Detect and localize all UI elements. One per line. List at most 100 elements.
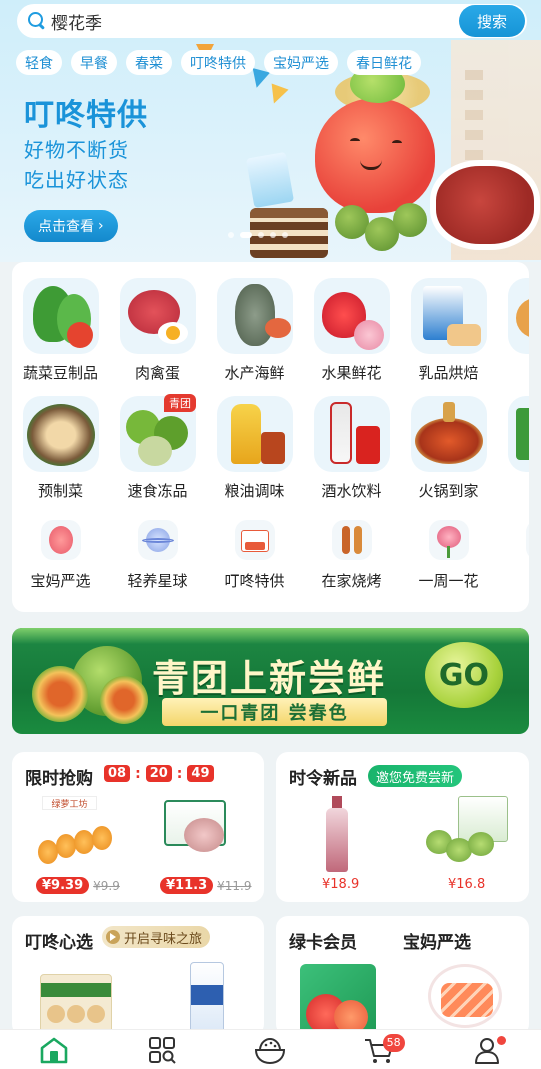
category-fruit-flowers[interactable]: 水果鲜花	[303, 278, 400, 383]
brand-label: 绿萝工坊	[42, 796, 97, 810]
category-label: 肉禽蛋	[134, 364, 180, 382]
category-label: 水果鲜花	[321, 364, 382, 382]
category-seafood[interactable]: 水产海鲜	[206, 278, 303, 383]
mascot-eye	[350, 138, 360, 144]
category-label: 粮油调味	[224, 482, 285, 500]
new-arrivals-card[interactable]: 时令新品 邀您免费尝新 ¥18.9 ¥16.8	[276, 752, 529, 902]
green-card-title[interactable]: 绿卡会员	[289, 928, 357, 953]
product-image[interactable]	[164, 800, 236, 860]
dingdong-pick-title: 叮咚心选	[25, 933, 93, 953]
category-grain-oil[interactable]: 粮油调味	[206, 396, 303, 501]
category-label: 预制菜	[37, 482, 83, 500]
seafood-image	[216, 278, 293, 354]
countdown-hours: 08	[104, 765, 131, 782]
quick-tag[interactable]: 宝妈严选	[264, 50, 338, 75]
sale-price: ¥9.39	[36, 877, 90, 894]
countdown-minutes: 20	[145, 765, 172, 782]
quick-tag[interactable]: 春日鲜花	[347, 50, 421, 75]
qingtuan-illustration	[335, 195, 427, 255]
search-button[interactable]: 搜索	[459, 5, 525, 37]
product-price: ¥9.39 ¥9.9	[36, 877, 120, 894]
flag-decoration	[265, 83, 289, 107]
hero-view-label: 点击查看	[38, 219, 94, 235]
category-dairy-bakery[interactable]: 乳品烘焙	[400, 278, 497, 383]
category-weekly-flower[interactable]: 一周一花	[400, 520, 497, 591]
carousel-dot[interactable]	[282, 232, 288, 238]
category-label: 酒水饮料	[321, 482, 382, 500]
category-label: 速食冻品	[127, 482, 188, 500]
nav-cart[interactable]: 58	[349, 1030, 409, 1069]
product-price: ¥11.3 ¥11.9	[160, 877, 251, 894]
category-drinks[interactable]: 酒水饮料	[303, 396, 400, 501]
carousel-dots	[228, 232, 288, 238]
quick-tag[interactable]: 轻食	[16, 50, 62, 75]
banner-go-button[interactable]: GO	[425, 642, 503, 708]
discover-tag[interactable]: 开启寻味之旅	[102, 926, 211, 948]
product-image[interactable]	[426, 796, 510, 872]
product-image[interactable]	[40, 974, 112, 1034]
sale-price: ¥11.3	[160, 877, 214, 894]
dingdong-pick-card[interactable]: 叮咚心选 开启寻味之旅	[12, 916, 264, 1036]
category-nutrition[interactable]: 营	[497, 520, 529, 591]
product-image[interactable]	[190, 962, 224, 1036]
rice-bowl-icon	[255, 1037, 286, 1064]
category-grid-icon	[149, 1036, 176, 1064]
carousel-dot[interactable]	[258, 232, 264, 238]
category-label: 宝妈严选	[30, 572, 91, 590]
vegetables-image	[22, 278, 99, 354]
quick-tag[interactable]: 春菜	[126, 50, 172, 75]
notification-dot	[496, 1035, 506, 1045]
category-grid: 蔬菜豆制品 肉禽蛋 水产海鲜 水果鲜花 乳品烘焙 预制菜 青团 速食冻品 粮油调…	[12, 262, 529, 612]
category-bbq[interactable]: 在家烧烤	[303, 520, 400, 591]
hero-banner[interactable]: 樱花季 搜索 轻食 早餐 春菜 叮咚特供 宝妈严选 春日鲜花 叮咚特供 好物不断…	[0, 0, 541, 262]
grain-oil-image	[216, 396, 293, 472]
flash-sale-card[interactable]: 限时抢购 08 : 20 : 49 绿萝工坊 ¥9.39 ¥9.9 ¥11.3 …	[12, 752, 264, 902]
search-bar[interactable]: 樱花季 搜索	[17, 4, 527, 38]
category-dingdong-special[interactable]: 叮咚特供	[206, 520, 303, 591]
countdown-seconds: 49	[187, 765, 214, 782]
meat-eggs-image	[119, 278, 196, 354]
search-icon	[27, 11, 47, 31]
category-frozen[interactable]: 青团 速食冻品	[109, 394, 206, 501]
home-icon	[40, 1037, 68, 1063]
carousel-dot-active[interactable]	[240, 232, 252, 238]
vip-card-image[interactable]	[300, 964, 376, 1036]
category-wellness[interactable]: 轻养星球	[109, 520, 206, 591]
nav-food[interactable]	[240, 1030, 300, 1069]
qingtuan-cut-illustration	[32, 666, 88, 722]
product-image[interactable]	[34, 816, 134, 876]
membership-card[interactable]: 绿卡会员 宝妈严选	[276, 916, 529, 1036]
qingtuan-promo-banner[interactable]: 青团上新尝鲜 一口青团 尝春色 GO	[12, 628, 529, 734]
category-snacks[interactable]: 休	[497, 396, 529, 501]
free-trial-tag[interactable]: 邀您免费尝新	[368, 765, 463, 787]
salmon-image[interactable]	[428, 964, 502, 1028]
carousel-dot[interactable]	[228, 232, 234, 238]
category-cooked[interactable]: 熟	[497, 278, 529, 383]
baoma-title[interactable]: 宝妈严选	[403, 928, 471, 953]
category-meat-eggs[interactable]: 肉禽蛋	[109, 278, 206, 383]
nav-home[interactable]	[24, 1030, 84, 1069]
product-image[interactable]	[326, 796, 348, 872]
nav-profile[interactable]	[457, 1030, 517, 1069]
search-input[interactable]: 樱花季	[51, 9, 527, 34]
hotpot-image	[410, 396, 487, 472]
banner-title: 青团上新尝鲜	[152, 657, 386, 700]
hero-title: 叮咚特供	[24, 98, 148, 133]
carousel-dot[interactable]	[270, 232, 276, 238]
hero-view-button[interactable]: 点击查看 ›	[24, 210, 118, 242]
category-label: 乳品烘焙	[418, 364, 479, 382]
category-label: 叮咚特供	[224, 572, 285, 590]
quick-tag[interactable]: 早餐	[71, 50, 117, 75]
hero-subtitle: 好物不断货	[24, 138, 129, 162]
category-hotpot[interactable]: 火锅到家	[400, 396, 497, 501]
discover-tag-label: 开启寻味之旅	[124, 931, 203, 947]
quick-tag[interactable]: 叮咚特供	[181, 50, 255, 75]
category-prepared[interactable]: 预制菜	[12, 396, 109, 501]
category-baoma[interactable]: 宝妈严选	[12, 520, 109, 591]
flower-icon	[428, 520, 469, 560]
nav-categories[interactable]	[132, 1030, 192, 1069]
special-icon	[234, 520, 275, 560]
product-price: ¥18.9	[322, 877, 360, 892]
category-vegetables[interactable]: 蔬菜豆制品	[12, 278, 109, 383]
play-icon	[106, 930, 120, 944]
